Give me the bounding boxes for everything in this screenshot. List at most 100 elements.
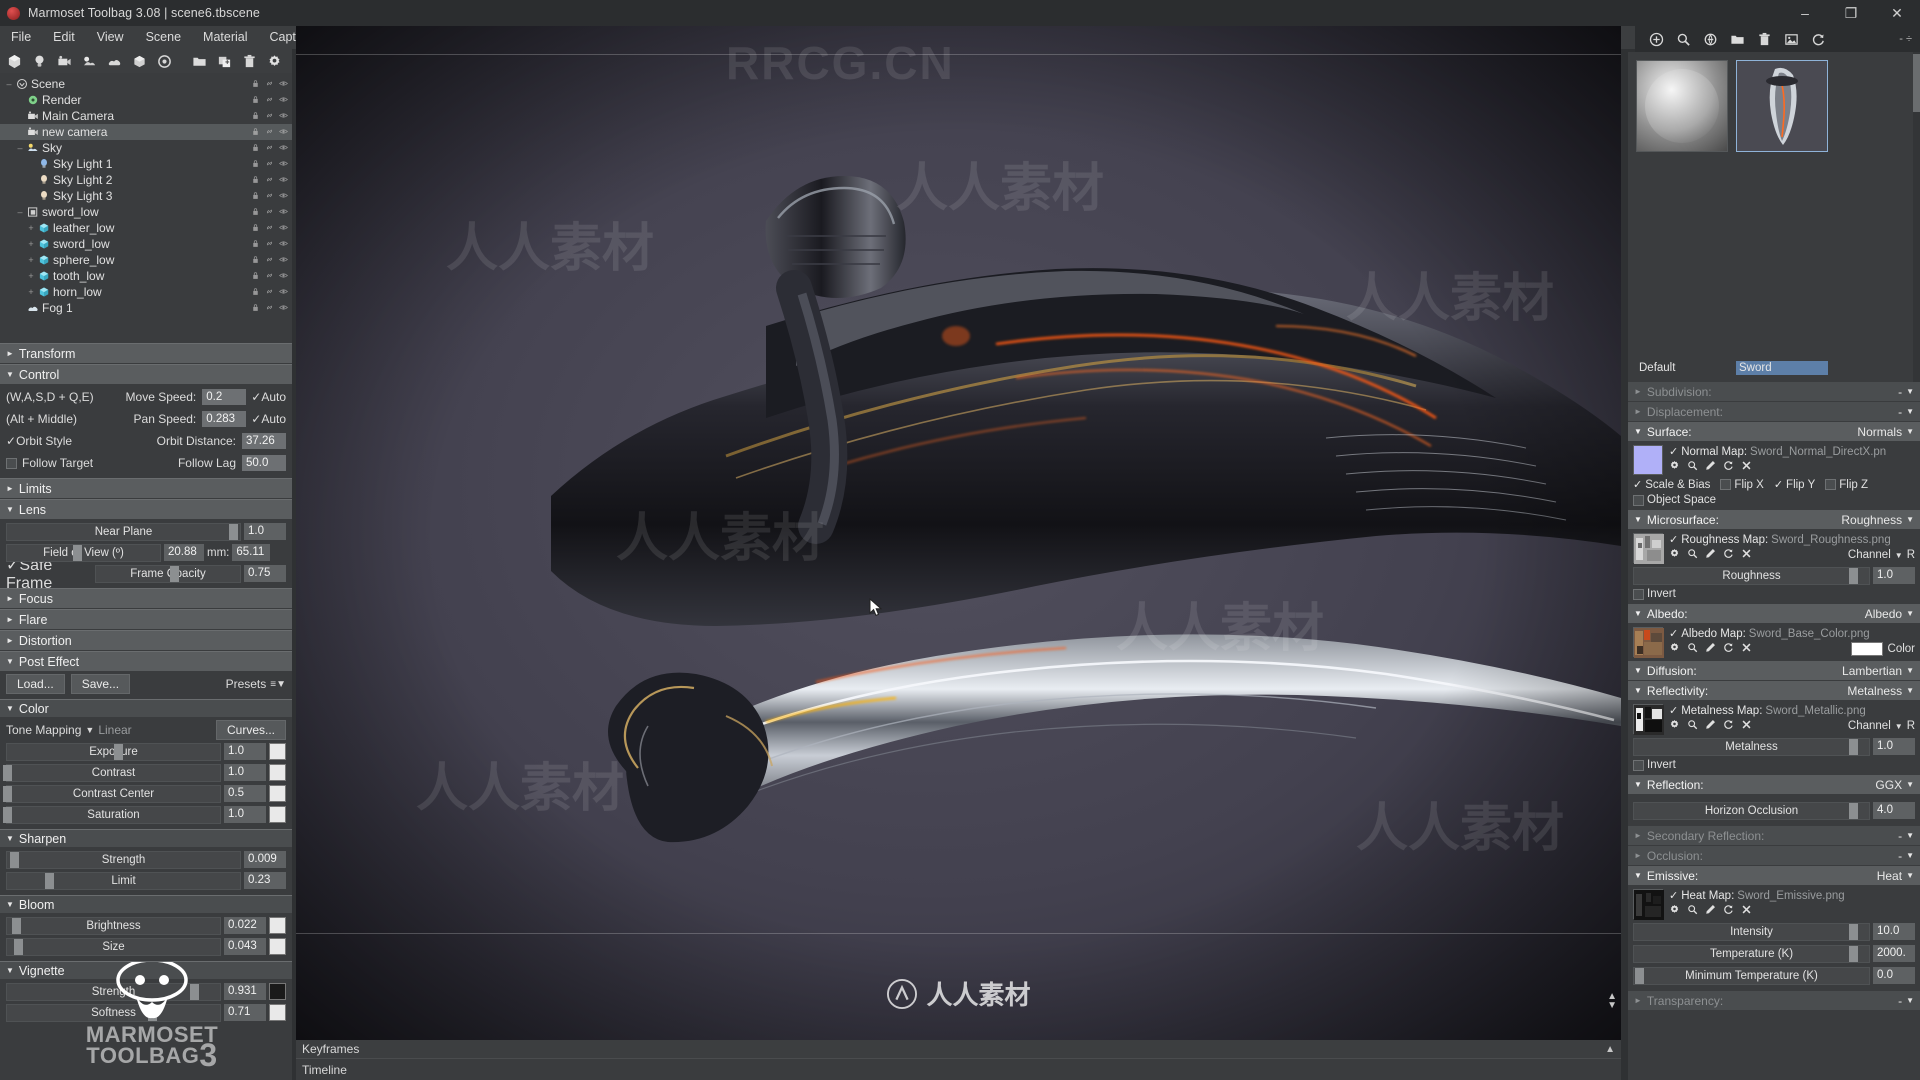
lock-icon[interactable] [251, 255, 260, 266]
lock-icon[interactable] [251, 143, 260, 154]
map-thumbnail[interactable] [1633, 889, 1664, 920]
search-icon[interactable] [1687, 548, 1698, 562]
reload-icon[interactable] [1723, 719, 1734, 733]
slider-knob[interactable] [3, 785, 12, 802]
slider-knob[interactable] [1848, 923, 1858, 940]
color-contrast-center-slider[interactable]: Contrast Center [3, 784, 221, 803]
material-section-secondary-reflection[interactable]: ► Secondary Reflection: - ▼ [1628, 826, 1920, 845]
maximize-button[interactable]: ❐ [1828, 0, 1874, 26]
link-icon[interactable] [265, 143, 274, 154]
tree-item-new-camera[interactable]: new camera [0, 124, 292, 140]
flag-flip-y[interactable]: ✓ Flip Y [1774, 478, 1815, 492]
eye-icon[interactable] [279, 239, 288, 250]
pan-auto-check[interactable]: ✓Auto [251, 412, 286, 426]
reflectivity-metalness-value[interactable]: 1.0 [1873, 738, 1915, 755]
viewport-3d[interactable]: RRCG.CN 人人素材 人人素材 人人素材 人人素材 人人素材 人人素材 人人… [296, 26, 1621, 1050]
link-icon[interactable] [265, 175, 274, 186]
add-object-icon[interactable] [128, 50, 151, 72]
tree-item-fog-1[interactable]: Fog 1 [0, 300, 292, 316]
slider-knob[interactable] [147, 1004, 157, 1021]
tree-item-sphere-low[interactable]: + sphere_low [0, 252, 292, 268]
lock-icon[interactable] [251, 175, 260, 186]
chevron-down-icon[interactable]: ▼ [1906, 851, 1914, 860]
channel-value[interactable]: R [1907, 549, 1915, 561]
slider-knob[interactable] [170, 565, 179, 582]
section-vignette[interactable]: ▼ Vignette [0, 961, 292, 979]
gear-icon[interactable] [1669, 904, 1680, 918]
tree-item-leather-low[interactable]: + leather_low [0, 220, 292, 236]
lock-icon[interactable] [251, 95, 260, 106]
follow-lag-input[interactable]: 50.0 [242, 455, 286, 471]
fov-value[interactable]: 20.88 [164, 544, 204, 561]
chevron-down-icon[interactable]: ▼ [1906, 686, 1914, 695]
tree-toggle-icon[interactable]: – [4, 79, 14, 89]
scene-tree[interactable]: – Scene Render Main Camera new camera – Sky Sky… [0, 73, 292, 343]
lock-icon[interactable] [251, 159, 260, 170]
material-section-diffusion[interactable]: ▼ Diffusion: Lambertian ▼ [1628, 661, 1920, 680]
material-section-value[interactable]: Roughness [1841, 513, 1902, 527]
tone-mapping-value[interactable]: Linear [98, 723, 131, 737]
lock-icon[interactable] [251, 79, 260, 90]
reflection-horizon-occlusion-value[interactable]: 4.0 [1873, 802, 1915, 819]
keyframes-bar[interactable]: Keyframes ▲ [296, 1040, 1621, 1058]
folder-icon[interactable] [1726, 28, 1749, 50]
bloom-brightness-color-swatch[interactable] [269, 917, 286, 934]
render-canvas[interactable] [296, 26, 1621, 1050]
search-icon[interactable] [1672, 28, 1695, 50]
presets-label[interactable]: Presets [226, 677, 267, 691]
material-section-value[interactable]: Normals [1857, 425, 1902, 439]
menu-material[interactable]: Material [192, 26, 258, 49]
material-scrollbar[interactable] [1913, 52, 1920, 382]
gear-icon[interactable] [1669, 719, 1680, 733]
slider-knob[interactable] [9, 851, 19, 868]
tree-row-icons[interactable] [251, 207, 288, 218]
slider-knob[interactable] [1848, 945, 1858, 962]
viewport-scroll-arrows[interactable]: ▲ ▼ [1607, 992, 1617, 1011]
tree-item-sky-light-1[interactable]: Sky Light 1 [0, 156, 292, 172]
material-section-microsurface[interactable]: ▼ Microsurface: Roughness ▼ [1628, 510, 1920, 529]
tree-item-sky-light-2[interactable]: Sky Light 2 [0, 172, 292, 188]
tree-item-horn-low[interactable]: + horn_low [0, 284, 292, 300]
close-icon[interactable] [1741, 642, 1752, 656]
add-light-icon[interactable] [28, 50, 51, 72]
sharpen-strength-value[interactable]: 0.009 [244, 851, 286, 868]
tree-row-icons[interactable] [251, 287, 288, 298]
menu-view[interactable]: View [86, 26, 135, 49]
chevron-down-icon[interactable]: ▼ [1895, 551, 1903, 560]
map-thumbnail[interactable] [1633, 704, 1664, 735]
trash-icon[interactable] [238, 50, 261, 72]
orbit-style-checkbox[interactable]: ✓ [6, 434, 16, 448]
section-bloom[interactable]: ▼ Bloom [0, 895, 292, 913]
add-mesh-icon[interactable] [3, 50, 26, 72]
tree-toggle-icon[interactable]: – [15, 207, 25, 217]
albedo-color-swatch[interactable] [1850, 642, 1883, 656]
color-saturation-color-swatch[interactable] [269, 806, 286, 823]
gear-icon[interactable] [1669, 548, 1680, 562]
lock-icon[interactable] [251, 303, 260, 314]
eye-icon[interactable] [279, 255, 288, 266]
map-enabled-checkbox[interactable]: ✓ [1669, 533, 1678, 546]
channel-value[interactable]: R [1907, 720, 1915, 732]
material-thumb-sword[interactable]: Sword [1736, 60, 1828, 375]
reflection-horizon-occlusion-slider[interactable]: Horizon Occlusion [1633, 801, 1870, 820]
material-section-emissive[interactable]: ▼ Emissive: Heat ▼ [1628, 866, 1920, 885]
material-section-transparency[interactable]: ► Transparency: - ▼ [1628, 991, 1920, 1010]
material-section-reflection[interactable]: ▼ Reflection: GGX ▼ [1628, 775, 1920, 794]
bloom-brightness-slider[interactable]: Brightness [6, 916, 221, 935]
checkbox[interactable] [1633, 588, 1644, 600]
add-material-icon[interactable] [1645, 28, 1668, 50]
chevron-down-icon[interactable]: ▼ [1906, 515, 1914, 524]
material-section-value[interactable]: Lambertian [1842, 664, 1902, 678]
slider-knob[interactable] [3, 806, 12, 823]
eye-icon[interactable] [279, 207, 288, 218]
bloom-size-color-swatch[interactable] [269, 938, 286, 955]
map-enabled-checkbox[interactable]: ✓ [1669, 704, 1678, 717]
link-icon[interactable] [265, 239, 274, 250]
bloom-brightness-value[interactable]: 0.022 [224, 917, 266, 934]
slider-knob[interactable] [73, 544, 82, 561]
emissive-minimum-temperature-k--value[interactable]: 0.0 [1873, 967, 1915, 984]
image-icon[interactable] [1780, 28, 1803, 50]
pencil-icon[interactable] [1705, 460, 1716, 474]
near-plane-value[interactable]: 1.0 [244, 523, 286, 540]
move-speed-input[interactable]: 0.2 [202, 389, 247, 405]
